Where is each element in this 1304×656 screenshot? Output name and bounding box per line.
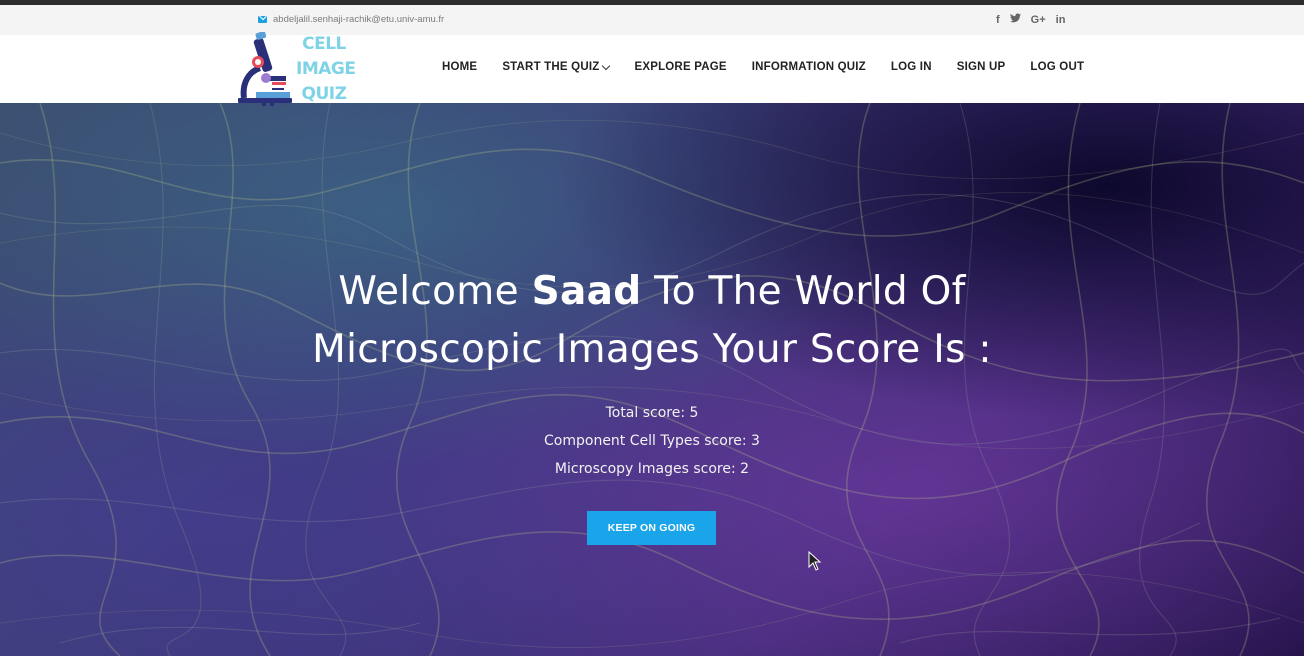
contact-email-text: abdeljalil.senhaji-rachik@etu.univ-amu.f… bbox=[273, 14, 445, 25]
keep-on-going-button[interactable]: KEEP ON GOING bbox=[587, 511, 716, 545]
nav-home[interactable]: HOME bbox=[442, 61, 477, 73]
hero-section: Welcome Saad To The World Of Microscopic… bbox=[0, 103, 1304, 656]
nav-sign-up-label: SIGN UP bbox=[956, 61, 1006, 73]
nav-log-in[interactable]: LOG IN bbox=[891, 61, 932, 73]
contact-email[interactable]: abdeljalil.senhaji-rachik@etu.univ-amu.f… bbox=[258, 14, 444, 25]
nav-log-out-label: LOG OUT bbox=[1030, 61, 1085, 73]
nav-start-quiz-label: START THE QUIZ bbox=[502, 61, 600, 73]
main-navbar: HOME START THE QUIZ EXPLORE PAGE INFORMA… bbox=[0, 35, 1304, 103]
top-info-bar: abdeljalil.senhaji-rachik@etu.univ-amu.f… bbox=[0, 5, 1304, 35]
nav-start-quiz[interactable]: START THE QUIZ bbox=[502, 61, 611, 73]
cell-fiber-background bbox=[0, 103, 1304, 656]
logo-text-line2: IMAGE bbox=[296, 59, 356, 79]
logo-text-line1: CELL bbox=[302, 34, 346, 54]
twitter-icon[interactable] bbox=[1009, 13, 1021, 27]
chevron-down-icon bbox=[602, 61, 611, 70]
nav-log-out[interactable]: LOG OUT bbox=[1030, 61, 1084, 73]
site-logo[interactable]: CELL IMAGE QUIZ bbox=[236, 32, 356, 107]
google-plus-icon[interactable]: G+ bbox=[1031, 13, 1046, 27]
total-score: Total score: 5 bbox=[605, 405, 699, 421]
mouse-cursor-icon bbox=[808, 551, 822, 571]
nav-sign-up[interactable]: SIGN UP bbox=[957, 61, 1006, 73]
microscope-icon bbox=[238, 32, 292, 106]
component-cell-types-score: Component Cell Types score: 3 bbox=[544, 433, 760, 449]
nav-menu: HOME START THE QUIZ EXPLORE PAGE INFORMA… bbox=[442, 61, 1084, 73]
hero-title: Welcome Saad To The World Of Microscopic… bbox=[0, 263, 1304, 379]
microscopy-images-score: Microscopy Images score: 2 bbox=[554, 461, 750, 477]
logo-text-line3: QUIZ bbox=[301, 84, 347, 104]
hero-username: Saad bbox=[531, 269, 642, 314]
score-list: Total score: 5 Component Cell Types scor… bbox=[0, 399, 1304, 483]
nav-explore-page-label: EXPLORE PAGE bbox=[634, 61, 727, 73]
logo-text: CELL IMAGE QUIZ bbox=[296, 32, 356, 107]
nav-information-quiz-label: INFORMATION QUIZ bbox=[751, 61, 866, 73]
linkedin-icon[interactable]: in bbox=[1056, 13, 1066, 27]
envelope-icon bbox=[258, 16, 267, 23]
nav-log-in-label: LOG IN bbox=[890, 61, 932, 73]
facebook-icon[interactable]: f bbox=[996, 13, 1000, 27]
hero-title-line2: Microscopic Images Your Score Is : bbox=[312, 327, 992, 372]
nav-home-label: HOME bbox=[442, 61, 478, 73]
hero-title-part1: Welcome bbox=[338, 269, 532, 314]
nav-explore-page[interactable]: EXPLORE PAGE bbox=[634, 61, 726, 73]
nav-information-quiz[interactable]: INFORMATION QUIZ bbox=[752, 61, 866, 73]
social-links: f G+ in bbox=[996, 13, 1065, 27]
hero-title-part2: To The World Of bbox=[641, 269, 966, 314]
